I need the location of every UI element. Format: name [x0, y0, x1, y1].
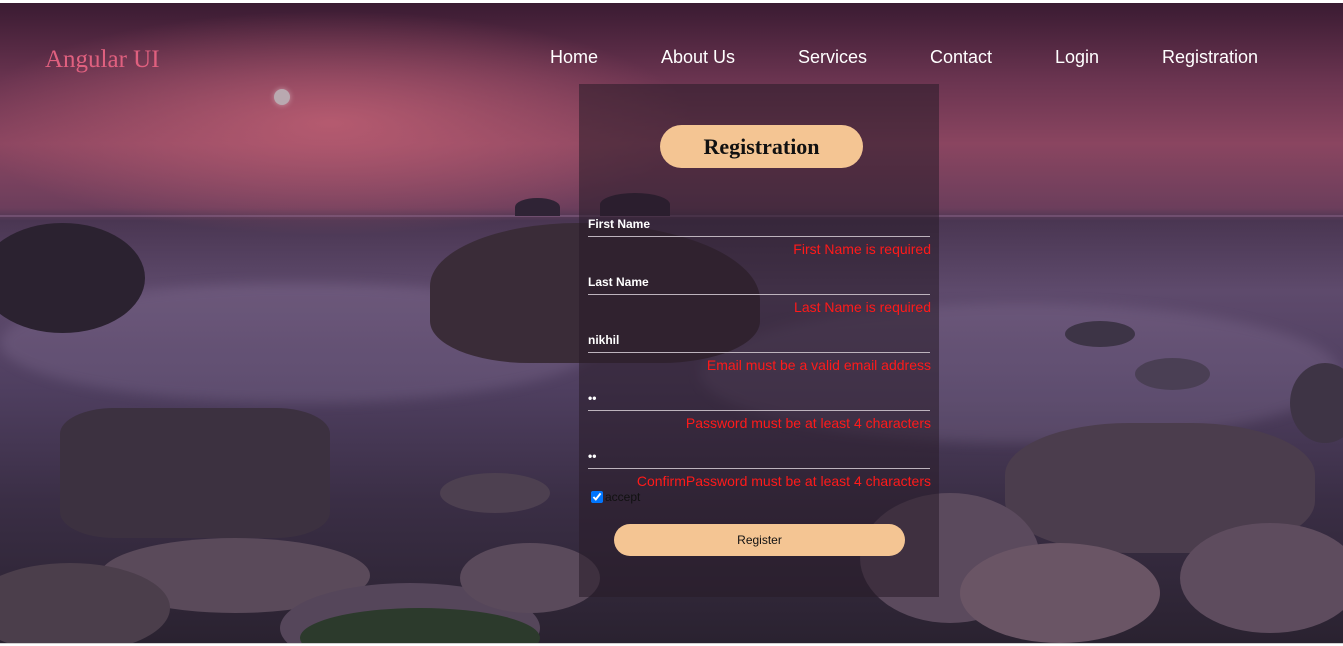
accept-terms[interactable]: accept	[591, 490, 640, 504]
flat-rock	[60, 408, 330, 538]
email-error: Email must be a valid email address	[706, 357, 931, 373]
last-name-error: Last Name is required	[794, 299, 931, 315]
form-title: Registration	[660, 125, 863, 168]
email-input[interactable]	[588, 327, 930, 353]
accept-label: accept	[605, 490, 641, 504]
first-name-error: First Name is required	[793, 241, 931, 257]
nav-login[interactable]: Login	[1055, 47, 1099, 68]
first-name-input[interactable]	[588, 211, 930, 237]
confirm-password-input[interactable]	[588, 443, 930, 469]
nav-contact[interactable]: Contact	[930, 47, 992, 68]
last-name-input[interactable]	[588, 269, 930, 295]
brand-logo[interactable]: Angular UI	[45, 46, 160, 74]
nav-home[interactable]: Home	[550, 47, 598, 68]
nav-about-us[interactable]: About Us	[661, 47, 735, 68]
distant-islet	[515, 198, 560, 216]
rock	[960, 543, 1160, 643]
moon	[274, 89, 290, 105]
nav-registration[interactable]: Registration	[1162, 47, 1258, 68]
confirm-password-error: ConfirmPassword must be at least 4 chara…	[636, 473, 931, 489]
register-button[interactable]: Register	[614, 524, 905, 556]
accept-checkbox[interactable]	[591, 491, 603, 503]
password-error: Password must be at least 4 characters	[685, 415, 931, 431]
registration-form: Registration First Name is required Last…	[579, 84, 939, 597]
rock	[1135, 358, 1210, 390]
rock	[1065, 321, 1135, 347]
password-input[interactable]	[588, 385, 930, 411]
nav-services[interactable]: Services	[798, 47, 867, 68]
rock	[440, 473, 550, 513]
rock	[1180, 523, 1343, 633]
page-bottom-border	[0, 643, 1343, 644]
